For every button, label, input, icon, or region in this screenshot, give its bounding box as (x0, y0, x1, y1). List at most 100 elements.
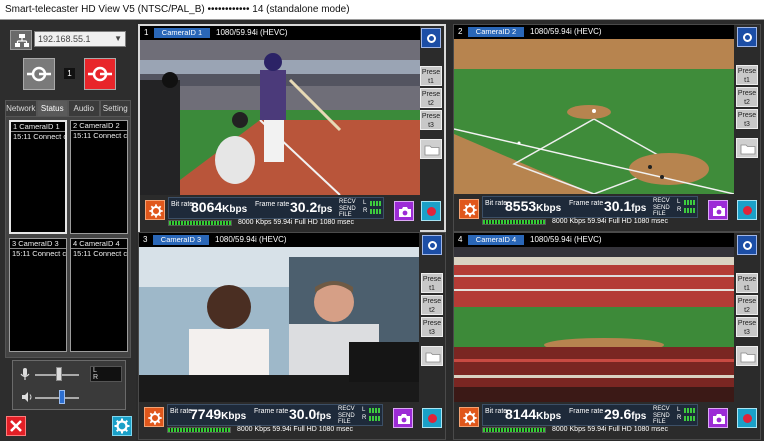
connect-button[interactable] (23, 58, 55, 90)
transfer-flags: RECV SEND FILE (339, 199, 356, 219)
camera-status-text: 15:11 Connect co (12, 249, 67, 258)
ip-address-select[interactable]: 192.168.55.1 ▼ (34, 31, 126, 47)
speaker-slider-track[interactable] (35, 397, 79, 399)
camera-name-badge[interactable]: CameraID 4 (468, 235, 524, 245)
preset-3-button[interactable]: Prese t3 (736, 109, 758, 129)
folder-button[interactable] (736, 346, 758, 366)
preset-1-button[interactable]: Prese t1 (736, 65, 758, 85)
target-icon (428, 241, 437, 250)
preset-2-button[interactable]: Prese t2 (420, 88, 442, 108)
disconnect-icon (88, 66, 112, 82)
camera-status-box-3[interactable]: 3 CameraID 3 15:11 Connect co (9, 238, 67, 352)
preset-2-button[interactable]: Prese t2 (736, 295, 758, 315)
speaker-slider-thumb[interactable] (59, 390, 66, 404)
video-view[interactable] (454, 247, 734, 402)
ptz-target-button[interactable] (737, 27, 757, 47)
connect-icon (27, 66, 51, 82)
resolution-label: 1080/59.94i (HEVC) (530, 235, 602, 244)
tab-status[interactable]: Status (36, 100, 68, 116)
folder-icon (740, 352, 756, 363)
folder-icon (424, 145, 440, 156)
snapshot-button[interactable] (708, 408, 728, 428)
camera-panel-4[interactable]: 4 CameraID 4 1080/59.94i (HEVC) Prese t1 Pre… (453, 232, 761, 440)
camera-settings-button[interactable] (144, 407, 164, 427)
audio-mini-meter: LR (677, 407, 697, 423)
camera-status-box-4[interactable]: 4 CameraID 4 15:11 Connect co (70, 238, 128, 352)
preset-3-button[interactable]: Prese t3 (420, 110, 442, 130)
gear-icon (463, 203, 477, 217)
transfer-flags: RECV SEND FILE (653, 406, 670, 426)
mic-slider-thumb[interactable] (56, 367, 63, 381)
panel-side-controls: Prese t1 Prese t2 Prese t3 (734, 233, 760, 441)
camera-icon (713, 206, 725, 216)
preset-3-button[interactable]: Prese t3 (736, 317, 758, 337)
signal-level-meter (482, 219, 546, 225)
bitrate-label: Bit rate (485, 200, 508, 207)
microphone-icon (20, 368, 30, 380)
camera-status-box-1[interactable]: 1 CameraID 1 15:11 Connect co (9, 120, 67, 234)
video-view[interactable] (454, 39, 734, 194)
preset-2-button[interactable]: Prese t2 (736, 87, 758, 107)
record-button[interactable] (737, 408, 757, 428)
ptz-target-button[interactable] (422, 235, 442, 255)
resolution-label: 1080/59.94i (HEVC) (216, 28, 288, 37)
recv-flag: RECV (653, 198, 670, 204)
record-button[interactable] (421, 201, 441, 221)
camera-name-badge[interactable]: CameraID 3 (153, 235, 209, 245)
tab-setting[interactable]: Setting (99, 100, 131, 116)
bitrate-unit: Kbps (221, 411, 247, 422)
meter-label-r: R (362, 415, 367, 421)
camera-name-badge[interactable]: CameraID 2 (468, 27, 524, 37)
record-button[interactable] (422, 408, 442, 428)
ptz-target-button[interactable] (737, 235, 757, 255)
disconnect-button[interactable] (84, 58, 116, 90)
video-frame (140, 40, 420, 195)
folder-icon (425, 352, 441, 363)
folder-button[interactable] (421, 346, 443, 366)
folder-button[interactable] (420, 139, 442, 159)
snapshot-button[interactable] (393, 408, 413, 428)
video-view[interactable] (139, 247, 419, 402)
panel-side-controls: Prese t1 Prese t2 Prese t3 (734, 25, 760, 233)
snapshot-button[interactable] (394, 201, 414, 221)
camera-settings-button[interactable] (145, 200, 165, 220)
camera-settings-button[interactable] (459, 199, 479, 219)
preset-1-button[interactable]: Prese t1 (421, 273, 443, 293)
audio-mini-meter: LR (363, 200, 383, 216)
close-button[interactable] (6, 416, 26, 436)
framerate-value: 30.1fps (604, 198, 646, 214)
recv-flag: RECV (338, 406, 355, 412)
left-tabs: Network Status Audio Setting (5, 100, 131, 116)
network-icon-button[interactable] (10, 30, 32, 50)
camera-settings-button[interactable] (459, 407, 479, 427)
bitrate-number: 8064 (191, 199, 223, 215)
camera-status-box-2[interactable]: 2 CameraID 2 15:11 Connect co (70, 120, 128, 234)
ptz-target-button[interactable] (421, 28, 441, 48)
camera-status-title: 1 CameraID 1 (11, 122, 65, 132)
folder-button[interactable] (736, 138, 758, 158)
camera-panel-2[interactable]: 2 CameraID 2 1080/59.94i (HEVC) Prese t1 Pre… (453, 24, 761, 232)
framerate-unit: fps (631, 203, 647, 214)
preset-2-button[interactable]: Prese t2 (421, 295, 443, 315)
preset-1-button[interactable]: Prese t1 (736, 273, 758, 293)
record-button[interactable] (737, 200, 757, 220)
preset-1-button[interactable]: Prese t1 (420, 66, 442, 86)
tab-audio[interactable]: Audio (68, 100, 100, 116)
meter-bar-l (684, 408, 696, 413)
settings-button[interactable] (112, 416, 132, 436)
bitrate-value: 8064Kbps (191, 199, 247, 215)
camera-panel-3[interactable]: 3 CameraID 3 1080/59.94i (HEVC) Prese t1 Pre… (138, 232, 446, 440)
video-view[interactable] (140, 40, 420, 195)
snapshot-button[interactable] (708, 200, 728, 220)
stream-stats: Bit rate 8553Kbps Frame rate 30.1fps RECV SEN… (482, 196, 698, 218)
bitrate-number: 8553 (505, 198, 537, 214)
bitrate-number: 8144 (505, 406, 537, 422)
bitrate-unit: Kbps (536, 203, 562, 214)
bitrate-number: 7749 (190, 406, 222, 422)
camera-status-text: 15:11 Connect co (13, 132, 67, 141)
camera-name-badge[interactable]: CameraID 1 (154, 28, 210, 38)
tab-network[interactable]: Network (5, 100, 37, 116)
preset-3-button[interactable]: Prese t3 (421, 317, 443, 337)
meter-label-r: R (93, 374, 99, 381)
camera-panel-1[interactable]: 1 CameraID 1 1080/59.94i (HEVC) Prese t1 Pre… (138, 24, 446, 232)
